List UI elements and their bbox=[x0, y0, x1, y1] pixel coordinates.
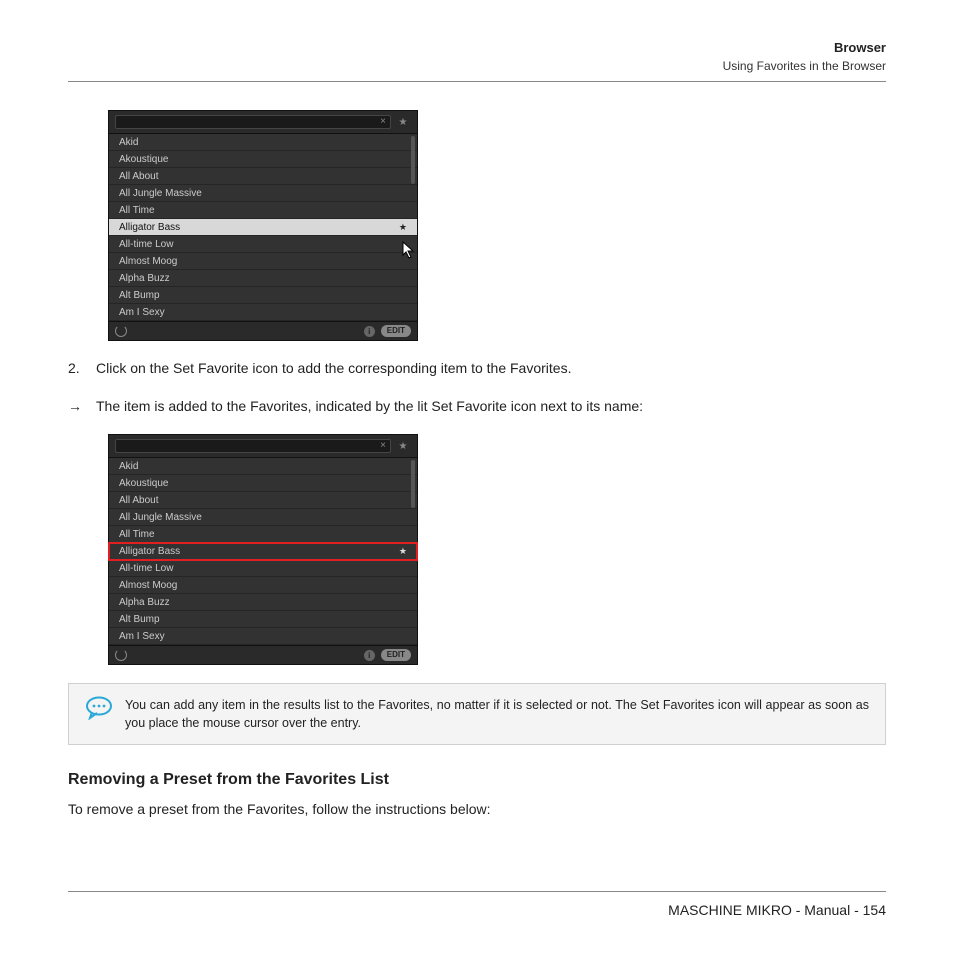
search-input[interactable]: × bbox=[115, 439, 391, 453]
list-item[interactable]: All-time Low bbox=[109, 560, 417, 577]
page-header: Browser Using Favorites in the Browser bbox=[68, 40, 886, 73]
browser-results-list: Akid Akoustique All About All Jungle Mas… bbox=[109, 458, 417, 645]
search-input[interactable]: × bbox=[115, 115, 391, 129]
page-header-subtitle: Using Favorites in the Browser bbox=[68, 59, 886, 73]
list-item[interactable]: All Time bbox=[109, 526, 417, 543]
browser-panel-after: × ★ Akid Akoustique All About All Jungle… bbox=[108, 434, 418, 665]
scrollbar[interactable] bbox=[411, 460, 415, 508]
step-number: 2. bbox=[68, 359, 96, 379]
refresh-icon[interactable] bbox=[115, 649, 127, 661]
edit-button[interactable]: EDIT bbox=[381, 649, 411, 661]
favorites-filter-icon[interactable]: ★ bbox=[395, 441, 411, 452]
browser-footer: i EDIT bbox=[109, 645, 417, 664]
page-header-title: Browser bbox=[68, 40, 886, 55]
list-item[interactable]: Am I Sexy bbox=[109, 628, 417, 645]
info-icon[interactable]: i bbox=[364, 326, 375, 337]
result-arrow-icon: → bbox=[68, 397, 96, 417]
refresh-icon[interactable] bbox=[115, 325, 127, 337]
step-text: Click on the Set Favorite icon to add th… bbox=[96, 359, 886, 379]
scrollbar[interactable] bbox=[411, 136, 415, 184]
section-body: To remove a preset from the Favorites, f… bbox=[68, 801, 886, 817]
browser-search-bar: × ★ bbox=[109, 111, 417, 134]
clear-search-icon[interactable]: × bbox=[380, 441, 386, 451]
info-icon[interactable]: i bbox=[364, 650, 375, 661]
page-footer: MASCHINE MIKRO - Manual - 154 bbox=[68, 891, 886, 918]
speech-bubble-icon bbox=[85, 696, 111, 718]
list-item[interactable]: All Jungle Massive bbox=[109, 509, 417, 526]
list-item[interactable]: Alpha Buzz bbox=[109, 594, 417, 611]
list-item[interactable]: All-time Low bbox=[109, 236, 417, 253]
instruction-step: 2. Click on the Set Favorite icon to add… bbox=[68, 359, 886, 379]
browser-panel-before: × ★ Akid Akoustique All About All Jungle… bbox=[108, 110, 418, 341]
list-item[interactable]: Akoustique bbox=[109, 151, 417, 168]
list-item[interactable]: Akid bbox=[109, 134, 417, 151]
list-item[interactable]: Am I Sexy bbox=[109, 304, 417, 321]
clear-search-icon[interactable]: × bbox=[380, 117, 386, 127]
section-heading: Removing a Preset from the Favorites Lis… bbox=[68, 771, 886, 789]
list-item[interactable]: Akid bbox=[109, 458, 417, 475]
footer-text: MASCHINE MIKRO - Manual - 154 bbox=[68, 902, 886, 918]
list-item-selected[interactable]: Alligator Bass ★ bbox=[109, 219, 417, 236]
edit-button[interactable]: EDIT bbox=[381, 325, 411, 337]
list-item[interactable]: Almost Moog bbox=[109, 253, 417, 270]
list-item[interactable]: All Time bbox=[109, 202, 417, 219]
list-item[interactable]: Akoustique bbox=[109, 475, 417, 492]
favorites-filter-icon[interactable]: ★ bbox=[395, 117, 411, 128]
list-item[interactable]: Alt Bump bbox=[109, 611, 417, 628]
browser-footer: i EDIT bbox=[109, 321, 417, 340]
list-item[interactable]: All About bbox=[109, 168, 417, 185]
list-item[interactable]: All Jungle Massive bbox=[109, 185, 417, 202]
tip-text: You can add any item in the results list… bbox=[125, 696, 869, 732]
footer-rule bbox=[68, 891, 886, 892]
header-rule bbox=[68, 81, 886, 82]
browser-search-bar: × ★ bbox=[109, 435, 417, 458]
set-favorite-icon-lit[interactable]: ★ bbox=[399, 546, 407, 557]
result-step: → The item is added to the Favorites, in… bbox=[68, 397, 886, 417]
browser-results-list: Akid Akoustique All About All Jungle Mas… bbox=[109, 134, 417, 321]
list-item[interactable]: All About bbox=[109, 492, 417, 509]
list-item[interactable]: Alt Bump bbox=[109, 287, 417, 304]
set-favorite-icon[interactable]: ★ bbox=[399, 222, 407, 233]
result-text: The item is added to the Favorites, indi… bbox=[96, 397, 886, 417]
list-item[interactable]: Alpha Buzz bbox=[109, 270, 417, 287]
tip-callout: You can add any item in the results list… bbox=[68, 683, 886, 745]
list-item-favorited[interactable]: Alligator Bass ★ bbox=[109, 543, 417, 560]
list-item[interactable]: Almost Moog bbox=[109, 577, 417, 594]
